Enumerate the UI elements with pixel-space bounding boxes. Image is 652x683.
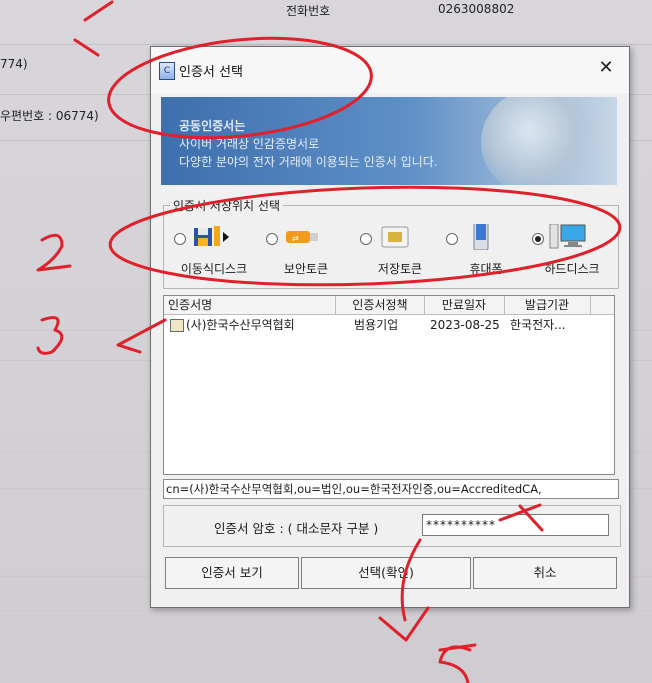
confirm-button[interactable]: 선택(확인) [301, 557, 471, 589]
storage-group-label: 인증서 저장위치 선택 [170, 197, 283, 214]
radio-storage-token[interactable] [360, 233, 372, 245]
close-button[interactable]: ✕ [593, 55, 619, 81]
certificate-select-dialog: C 인증서 선택 ✕ 공동인증서는 사이버 거래상 인감증명서로 다양한 분야의… [150, 46, 630, 608]
header-issuer[interactable]: 발급기관 [504, 296, 591, 314]
certificate-list[interactable]: 인증서명 인증서정책 만료일자 발급기관 (사)한국수산무역협회 범용기업 20… [163, 295, 615, 475]
floppy-usb-icon [194, 226, 229, 246]
storage-option-storage-token[interactable]: 저장토큰 [354, 224, 446, 284]
padlock-icon [481, 97, 601, 185]
storage-label-security-token: 보안토큰 [283, 262, 329, 276]
phone-value: 0263008802 [438, 2, 515, 16]
storage-option-hard-disk[interactable]: 하드디스크 [526, 224, 618, 284]
radio-hard-disk[interactable] [532, 233, 544, 245]
storage-label-phone: 휴대폰 [469, 262, 503, 276]
certificate-list-header: 인증서명 인증서정책 만료일자 발급기관 [164, 296, 614, 315]
cell-cert-name: (사)한국수산무역협회 [186, 318, 295, 332]
info-banner: 공동인증서는 사이버 거래상 인감증명서로 다양한 분야의 전자 거래에 이용되… [161, 97, 617, 185]
storage-option-removable[interactable]: 이동식디스크 [168, 224, 260, 284]
storage-label-removable: 이동식디스크 [180, 262, 248, 276]
banner-line-1: 사이버 거래상 인감증명서로 [179, 137, 320, 151]
radio-removable[interactable] [174, 233, 186, 245]
phone-icon [473, 224, 489, 250]
cell-cert-policy: 범용기업 [354, 318, 399, 332]
cancel-button[interactable]: 취소 [473, 557, 617, 589]
phone-label: 전화번호 [286, 4, 331, 18]
app-icon: C [159, 62, 175, 80]
password-input[interactable]: ********** [422, 514, 609, 536]
address-fragment: 774) [0, 57, 28, 71]
distinguished-name-field: cn=(사)한국수산무역협회,ou=법인,ou=한국전자인증,ou=Accred… [163, 479, 619, 499]
postcode-fragment: 우편번호 : 06774) [0, 109, 99, 123]
password-label: 인증서 암호 : ( 대소문자 구분 ) [214, 521, 379, 536]
certificate-row[interactable]: (사)한국수산무역협회 범용기업 2023-08-25 한국전자... [164, 316, 614, 334]
header-cert-policy[interactable]: 인증서정책 [336, 296, 425, 314]
radio-phone[interactable] [446, 233, 458, 245]
storage-option-security-token[interactable]: ⇄ 보안토큰 [260, 224, 352, 284]
view-certificate-button[interactable]: 인증서 보기 [165, 557, 299, 589]
password-area: 인증서 암호 : ( 대소문자 구분 ) ********** [163, 505, 621, 547]
cell-issuer: 한국전자... [510, 318, 566, 332]
header-cert-name[interactable]: 인증서명 [164, 296, 336, 314]
storage-label-hard-disk: 하드디스크 [544, 262, 600, 276]
storage-option-phone[interactable]: 휴대폰 [440, 224, 532, 284]
banner-line-2: 다양한 분야의 전자 거래에 이용되는 인증서 입니다. [179, 155, 438, 169]
sim-card-icon [381, 226, 409, 248]
radio-security-token[interactable] [266, 233, 278, 245]
banner-title: 공동인증서는 [179, 119, 246, 133]
computer-icon [549, 224, 586, 249]
svg-text:⇄: ⇄ [292, 234, 299, 243]
storage-location-group: 인증서 저장위치 선택 이동식디스크 ⇄ 보안토큰 저장토큰 휴대폰 하드디스크 [163, 197, 619, 289]
storage-label-storage-token: 저장토큰 [377, 262, 423, 276]
dialog-title: 인증서 선택 [179, 65, 243, 80]
cell-expiry: 2023-08-25 [430, 318, 500, 332]
title-bar: C 인증서 선택 ✕ [151, 47, 629, 93]
usb-token-icon: ⇄ [286, 231, 318, 243]
certificate-icon [170, 319, 184, 332]
header-expiry[interactable]: 만료일자 [424, 296, 505, 314]
